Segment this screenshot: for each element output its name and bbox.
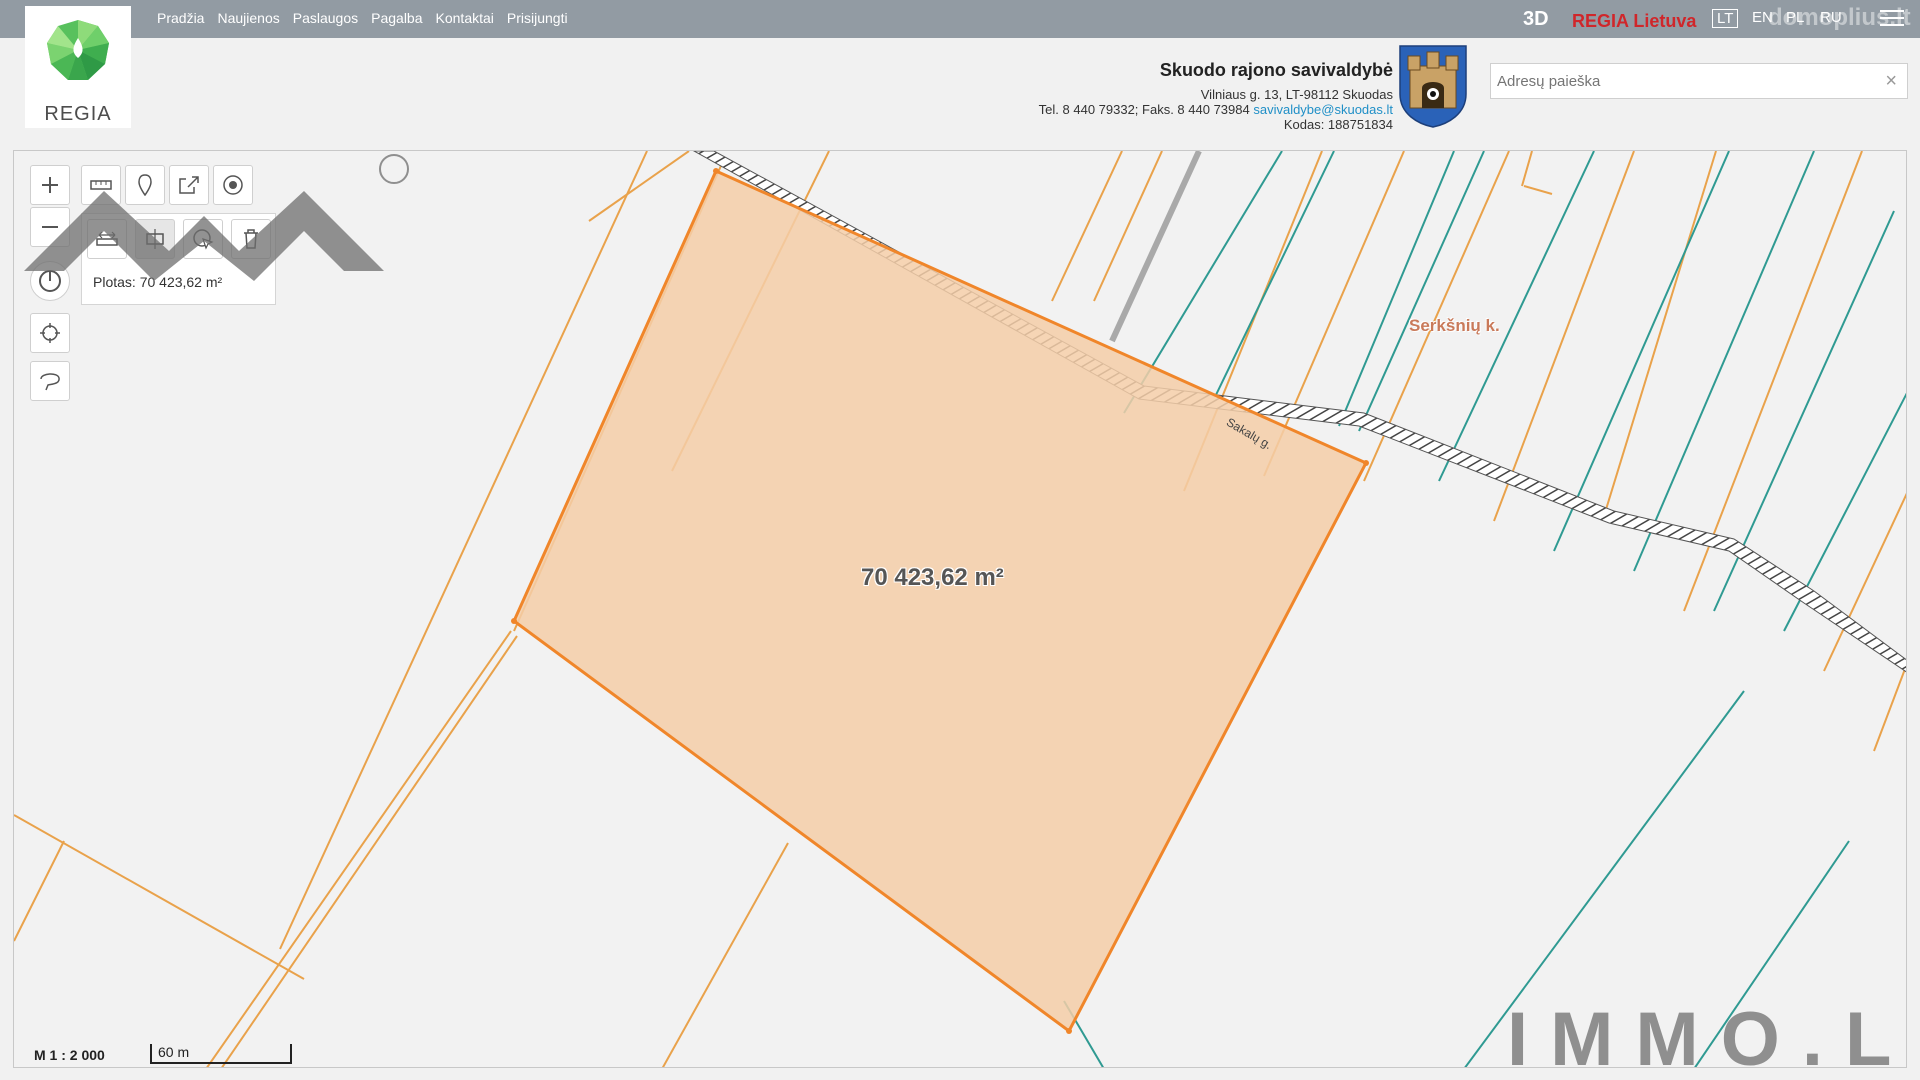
address-search[interactable]: ×: [1490, 63, 1908, 99]
selected-parcel[interactable]: [512, 169, 1369, 1034]
immo-watermark: IMMO.LT: [1507, 997, 1907, 1068]
nav-paslaugos[interactable]: Paslaugos: [293, 10, 358, 26]
municipality-phone: Tel. 8 440 79332; Faks. 8 440 73984: [1038, 102, 1250, 117]
nav-pradzia[interactable]: Pradžia: [157, 10, 204, 26]
logo-text: REGIA: [44, 103, 112, 125]
nav-kontaktai[interactable]: Kontaktai: [436, 10, 494, 26]
immo-logo-icon: [24, 154, 409, 281]
menu-icon[interactable]: [1880, 10, 1904, 28]
parcel-area-label: 70 423,62 m²: [861, 564, 1004, 591]
lasso-icon: [40, 373, 60, 391]
3d-button[interactable]: 3D: [1523, 8, 1549, 31]
scale-ratio: M 1 : 2 000: [34, 1047, 105, 1063]
coat-of-arms-icon: [1399, 45, 1467, 128]
nav-naujienos[interactable]: Naujienos: [217, 10, 279, 26]
parcel-vertex[interactable]: [511, 618, 517, 624]
municipality-code: Kodas: 188751834: [1283, 117, 1393, 132]
clear-search-icon[interactable]: ×: [1885, 70, 1897, 93]
lasso-button[interactable]: [30, 361, 70, 401]
scale-bar: 60 m: [150, 1044, 292, 1064]
main-nav: Pradžia Naujienos Paslaugos Pagalba Kont…: [157, 10, 581, 26]
parcel-vertex[interactable]: [713, 168, 719, 174]
municipality-contacts: Tel. 8 440 79332; Faks. 8 440 73984 savi…: [1039, 102, 1393, 117]
regia-logo-icon: [47, 20, 109, 80]
nav-pagalba[interactable]: Pagalba: [371, 10, 422, 26]
municipality-name: Skuodo rajono savivaldybė: [1159, 60, 1393, 80]
top-bar: Pradžia Naujienos Paslaugos Pagalba Kont…: [0, 0, 1920, 38]
scale-bar-label: 60 m: [158, 1044, 190, 1060]
map-viewport[interactable]: 70 423,62 m² Serkšnių k. Sakalų g. Plota…: [13, 150, 1907, 1068]
regia-logo[interactable]: REGIA: [25, 6, 131, 128]
parcel-vertex[interactable]: [1363, 460, 1369, 466]
lang-lt-button[interactable]: LT: [1712, 9, 1739, 28]
address-search-input[interactable]: [1491, 64, 1871, 98]
path-line: [1109, 151, 1202, 343]
parcel-vertex[interactable]: [1066, 1028, 1072, 1034]
municipality-email-link[interactable]: savivaldybe@skuodas.lt: [1253, 102, 1393, 117]
municipality-address: Vilniaus g. 13, LT-98112 Skuodas: [1200, 87, 1393, 102]
nav-prisijungti[interactable]: Prisijungti: [507, 10, 568, 26]
place-name-label: Serkšnių k.: [1409, 316, 1500, 335]
regia-lietuva-link[interactable]: REGIA Lietuva: [1572, 11, 1696, 32]
